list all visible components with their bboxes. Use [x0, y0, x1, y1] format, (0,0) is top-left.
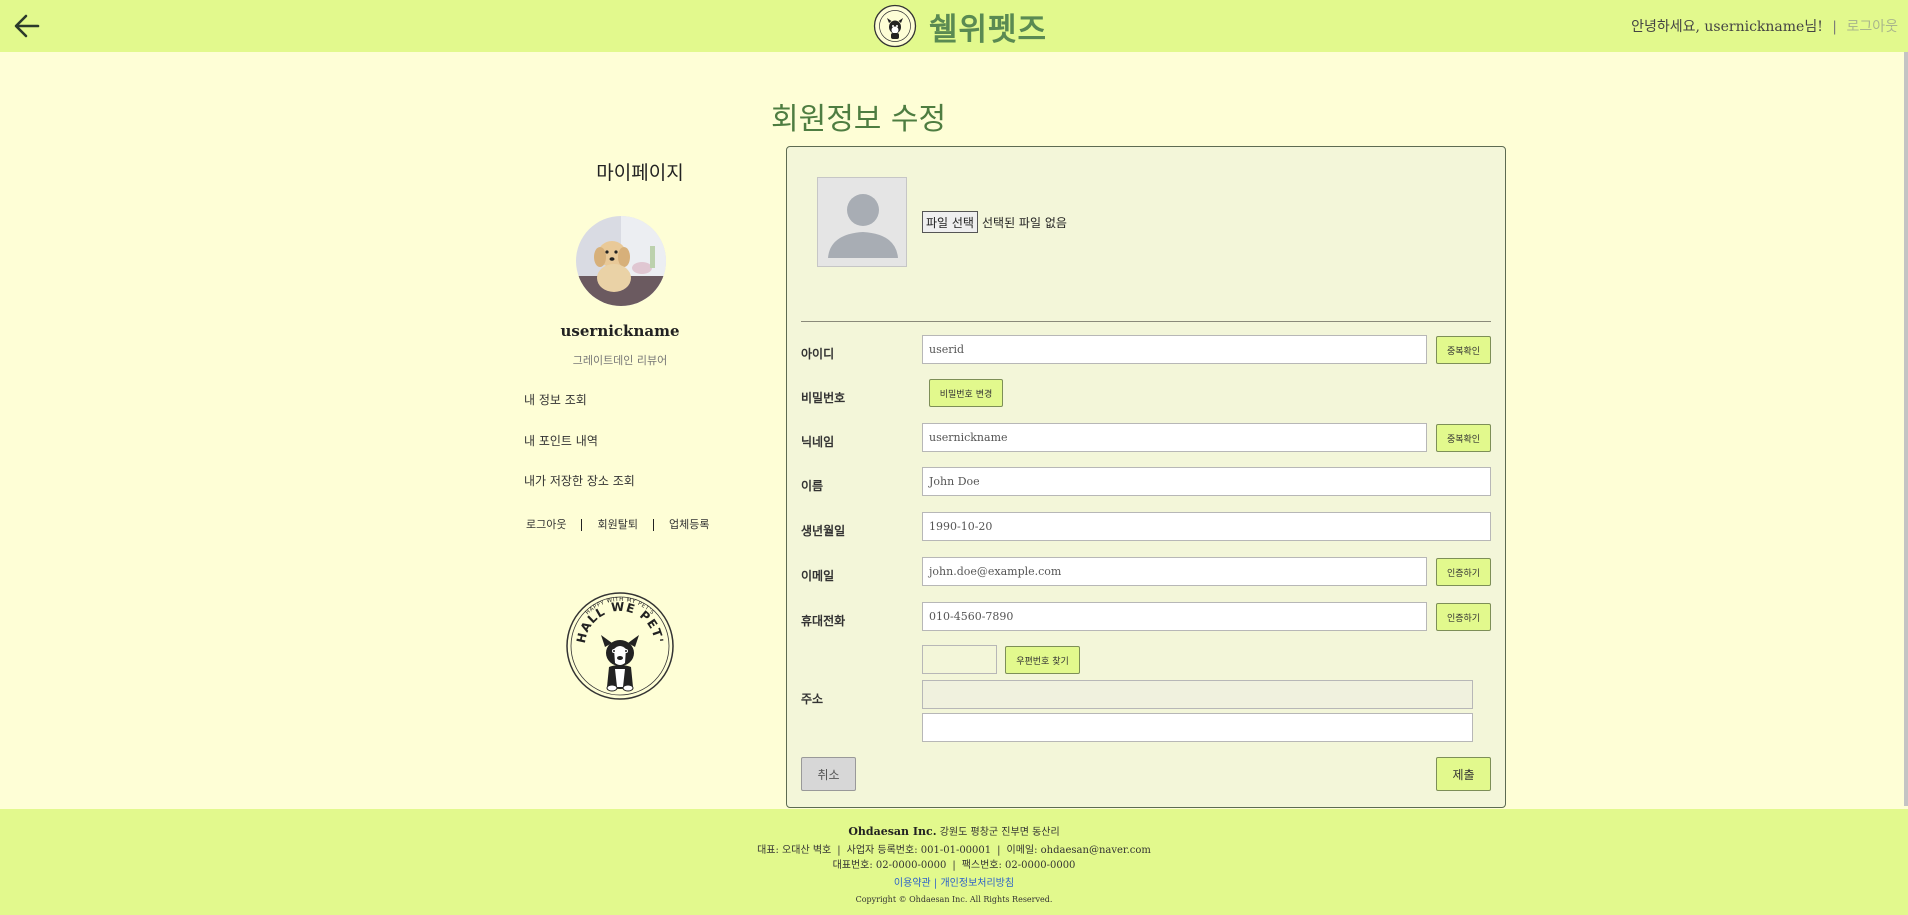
- nickname-input[interactable]: usernickname: [922, 423, 1427, 452]
- shall-we-pets-stamp: SHALL WE PET'S HAPPY WITH MY PET'S: [560, 580, 675, 701]
- change-password-button[interactable]: 비밀번호 변경: [929, 379, 1003, 407]
- scrollbar-thumb[interactable]: [1904, 52, 1908, 806]
- footer-biz-no: 사업자 등록번호: 001-01-00001: [846, 845, 992, 856]
- user-greeting: 안녕하세요, usernickname님! | 로그아웃: [1631, 16, 1898, 36]
- sidebar-bottom-links: 로그아웃 회원탈퇴 업체등록: [526, 516, 726, 532]
- footer-company-line: Ohdaesan Inc. 강원도 평창군 진부면 동산리: [0, 823, 1908, 838]
- terms-link[interactable]: 이용약관: [894, 878, 931, 889]
- back-button[interactable]: [12, 11, 42, 41]
- file-select-button[interactable]: 파일 선택: [922, 211, 978, 233]
- edit-profile-form: 파일 선택 선택된 파일 없음 아이디 userid 중복확인 비밀번호 비밀번…: [786, 146, 1506, 808]
- site-footer: Ohdaesan Inc. 강원도 평창군 진부면 동산리 대표: 오대산 벽호…: [0, 809, 1908, 915]
- profile-photo-preview: [817, 177, 907, 267]
- find-postcode-button[interactable]: 우편번호 찾기: [1005, 646, 1080, 674]
- sidebar-link-saved-places[interactable]: 내가 저장한 장소 조회: [524, 472, 635, 489]
- sidebar-logout-link[interactable]: 로그아웃: [526, 518, 566, 531]
- footer-policy-links: 이용약관 | 개인정보처리방침: [893, 878, 1015, 889]
- footer-info-line: 대표: 오대산 벽호 | 사업자 등록번호: 001-01-00001 | 이메일: o…: [757, 845, 1151, 856]
- submit-button[interactable]: 제출: [1436, 757, 1491, 791]
- sidebar-withdraw-link[interactable]: 회원탈퇴: [597, 518, 637, 531]
- name-input[interactable]: John Doe: [922, 467, 1491, 496]
- header-logout-link[interactable]: 로그아웃: [1846, 19, 1898, 35]
- sidebar-link-points[interactable]: 내 포인트 내역: [524, 432, 598, 449]
- footer-email: 이메일: ohdaesan@naver.com: [1006, 845, 1151, 856]
- id-check-duplicate-button[interactable]: 중복확인: [1436, 336, 1491, 364]
- sidebar-grade: 그레이트데인 리뷰어: [572, 354, 668, 367]
- birth-input[interactable]: 1990-10-20: [922, 512, 1491, 541]
- default-user-icon: [818, 178, 906, 266]
- address-label: 주소: [801, 692, 824, 706]
- footer-fax: 팩스번호: 02-0000-0000: [961, 860, 1076, 871]
- nickname-check-duplicate-button[interactable]: 중복확인: [1436, 424, 1491, 452]
- phone-verify-button[interactable]: 인증하기: [1436, 603, 1491, 631]
- nickname-label: 닉네임: [801, 435, 835, 449]
- address-input[interactable]: [922, 680, 1473, 709]
- id-label: 아이디: [801, 347, 835, 361]
- sidebar-nickname: usernickname: [560, 322, 680, 340]
- name-label: 이름: [801, 479, 824, 493]
- page-scrollbar[interactable]: [1904, 52, 1908, 806]
- file-status-text: 선택된 파일 없음: [981, 215, 1067, 230]
- footer-ceo: 대표: 오대산 벽호: [757, 845, 832, 856]
- privacy-link[interactable]: 개인정보처리방침: [940, 878, 1014, 889]
- greeting-text: 안녕하세요, usernickname님!: [1631, 19, 1823, 35]
- birth-label: 생년월일: [801, 524, 846, 538]
- sidebar-heading: 마이페이지: [596, 162, 684, 184]
- sidebar-link-my-info[interactable]: 내 정보 조회: [524, 391, 587, 408]
- cancel-button[interactable]: 취소: [801, 757, 856, 791]
- file-upload: 파일 선택 선택된 파일 없음: [922, 211, 1067, 233]
- dog-stamp-icon: SHALL WE PET'S HAPPY WITH MY PET'S: [560, 580, 674, 700]
- logo-badge-icon: [873, 4, 917, 48]
- postcode-input[interactable]: [922, 645, 997, 674]
- footer-location: 강원도 평창군 진부면 동산리: [939, 827, 1060, 838]
- greeting-separator: |: [1832, 19, 1838, 35]
- site-logo[interactable]: 쉘위펫즈: [873, 2, 1047, 50]
- link-divider: [652, 519, 654, 531]
- password-label: 비밀번호: [801, 391, 846, 405]
- footer-contact-line: 대표번호: 02-0000-0000 | 팩스번호: 02-0000-0000: [832, 860, 1076, 871]
- footer-copyright: Copyright © Ohdaesan Inc. All Rights Res…: [855, 895, 1053, 904]
- sidebar-business-register-link[interactable]: 업체등록: [669, 518, 709, 531]
- top-header: 쉘위펫즈 안녕하세요, usernickname님! | 로그아웃: [0, 0, 1908, 52]
- footer-phone: 대표번호: 02-0000-0000: [832, 860, 947, 871]
- section-divider: [801, 321, 1491, 322]
- footer-company: Ohdaesan Inc.: [848, 825, 937, 838]
- link-divider: [581, 519, 583, 531]
- email-verify-button[interactable]: 인증하기: [1436, 558, 1491, 586]
- profile-avatar: [576, 216, 666, 306]
- logo-text: 쉘위펫즈: [929, 11, 1048, 48]
- page-title: 회원정보 수정: [771, 102, 947, 137]
- address-detail-input[interactable]: [922, 713, 1473, 742]
- pet-photo-icon: [576, 216, 666, 306]
- phone-label: 휴대전화: [801, 614, 846, 628]
- email-input[interactable]: john.doe@example.com: [922, 557, 1427, 586]
- phone-input[interactable]: 010-4560-7890: [922, 602, 1427, 631]
- id-input[interactable]: userid: [922, 335, 1427, 364]
- email-label: 이메일: [801, 569, 835, 583]
- arrow-left-icon: [14, 14, 40, 38]
